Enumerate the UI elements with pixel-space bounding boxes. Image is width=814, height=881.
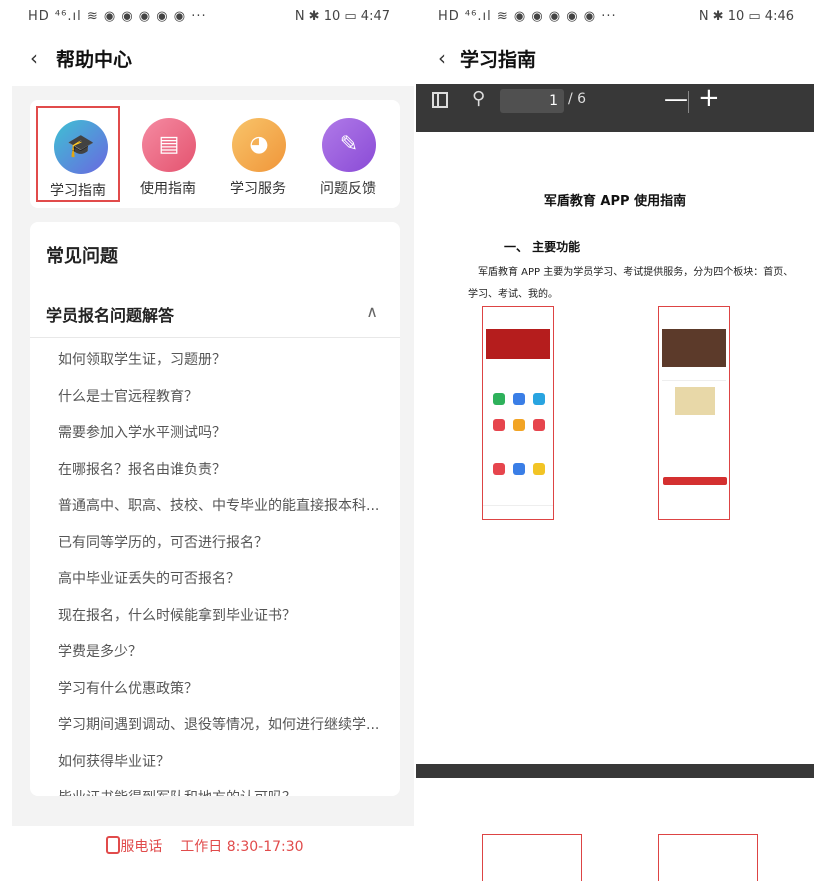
paragraph-text: 军盾教育 APP 主要为学员学习、考试提供服务，分为四个板块：首页、 bbox=[478, 267, 794, 278]
headset-icon: ◕ bbox=[232, 118, 286, 172]
app-exam-screenshot bbox=[482, 834, 582, 881]
help-center-screen: HD ⁴⁶.ıl ≋ ◉ ◉ ◉ ◉ ◉ ··· N ✱ 10 ▭ 4:47 ‹… bbox=[0, 0, 414, 881]
mock-course-card bbox=[662, 329, 726, 367]
status-icons-left: HD ⁴⁶.ıl ≋ ◉ ◉ ◉ ◉ ◉ ··· bbox=[28, 9, 207, 24]
document-title: 军盾教育 APP 使用指南 bbox=[543, 194, 687, 209]
status-icons-left: HD ⁴⁶.ıl ≋ ◉ ◉ ◉ ◉ ◉ ··· bbox=[438, 9, 617, 24]
faq-group-title[interactable]: 学员报名问题解答 bbox=[46, 302, 174, 326]
zoom-out-button[interactable]: — bbox=[664, 85, 688, 113]
page-title: 学习指南 bbox=[460, 49, 537, 71]
faq-title: 常见问题 bbox=[46, 246, 118, 267]
question-item[interactable]: 毕业证书能得到军队和地方的认可吗？ bbox=[58, 780, 398, 796]
status-icons-right: N ✱ 10 ▭ 4:47 bbox=[294, 9, 390, 24]
question-item[interactable]: 现在报名，什么时候能拿到毕业证书？ bbox=[58, 598, 398, 635]
mock-icon bbox=[493, 463, 505, 475]
app-study-screenshot bbox=[658, 306, 730, 520]
divider bbox=[30, 337, 400, 338]
sidebar-toggle-icon[interactable] bbox=[432, 92, 448, 108]
quick-item-study-service[interactable]: ◕ 学习服务 bbox=[216, 106, 300, 202]
service-hours: 工作日 8:30-17:30 bbox=[180, 839, 304, 855]
customer-service-bar[interactable]: 客服电话 工作日 8:30-17:30 bbox=[0, 836, 410, 876]
mock-tabs bbox=[662, 373, 726, 381]
edit-icon: ✎ bbox=[322, 118, 376, 172]
page-total: / 6 bbox=[568, 91, 587, 107]
app-home-screenshot bbox=[482, 306, 554, 520]
quick-entry-card: 🎓 学习指南 ▤ 使用指南 ◕ 学习服务 ✎ 问题反馈 bbox=[30, 100, 400, 208]
nav-bar: ‹ 学习指南 bbox=[414, 42, 814, 78]
back-icon[interactable]: ‹ bbox=[30, 46, 38, 70]
quick-item-feedback[interactable]: ✎ 问题反馈 bbox=[306, 106, 390, 202]
mock-icon bbox=[513, 393, 525, 405]
mock-icon bbox=[513, 463, 525, 475]
mock-tabbar bbox=[483, 505, 553, 519]
book-icon: ▤ bbox=[142, 118, 196, 172]
question-item[interactable]: 普通高中、职高、技校、中专毕业的能直接报本科... bbox=[58, 488, 398, 525]
chevron-up-icon[interactable]: ∧ bbox=[366, 302, 378, 321]
pdf-page-gap bbox=[416, 120, 814, 132]
pdf-toolbar: ⚲ 1 / 6 — + bbox=[416, 83, 814, 120]
pdf-next-page bbox=[416, 778, 814, 881]
phone-icon bbox=[106, 836, 121, 854]
question-item[interactable]: 学习有什么优惠政策？ bbox=[58, 671, 398, 708]
question-list: 如何领取学生证，习题册？ 什么是士官远程教育？ 需要参加入学水平测试吗？ 在哪报… bbox=[58, 342, 398, 796]
section-heading: 一、 主要功能 bbox=[504, 240, 581, 254]
quick-item-label: 学习指南 bbox=[50, 183, 106, 199]
screenshot-root: HD ⁴⁶.ıl ≋ ◉ ◉ ◉ ◉ ◉ ··· N ✱ 10 ▭ 4:47 ‹… bbox=[0, 0, 814, 881]
nav-bar: ‹ 帮助中心 bbox=[0, 42, 410, 78]
question-item[interactable]: 高中毕业证丢失的可否报名？ bbox=[58, 561, 398, 598]
question-item[interactable]: 什么是士官远程教育？ bbox=[58, 379, 398, 416]
search-icon[interactable]: ⚲ bbox=[472, 88, 485, 109]
quick-item-label: 问题反馈 bbox=[320, 181, 376, 197]
toolbar-divider bbox=[688, 91, 689, 113]
mock-icon bbox=[493, 419, 505, 431]
mock-image bbox=[675, 387, 715, 415]
question-item[interactable]: 在哪报名？报名由谁负责？ bbox=[58, 452, 398, 489]
mock-icon bbox=[533, 419, 545, 431]
mock-banner bbox=[486, 329, 550, 359]
mock-button bbox=[663, 477, 727, 485]
faq-card: 常见问题 学员报名问题解答 ∧ 如何领取学生证，习题册？ 什么是士官远程教育？ … bbox=[30, 222, 400, 796]
question-item[interactable]: 如何领取学生证，习题册？ bbox=[58, 342, 398, 379]
zoom-in-button[interactable]: + bbox=[698, 83, 720, 113]
status-icons-right: N ✱ 10 ▭ 4:46 bbox=[698, 9, 794, 24]
page-title: 帮助中心 bbox=[56, 49, 133, 71]
quick-item-usage-guide[interactable]: ▤ 使用指南 bbox=[126, 106, 210, 202]
quick-item-label: 使用指南 bbox=[140, 181, 196, 197]
question-item[interactable]: 学习期间遇到调动、退役等情况，如何进行继续学... bbox=[58, 707, 398, 744]
question-item[interactable]: 学费是多少？ bbox=[58, 634, 398, 671]
mock-icon bbox=[533, 393, 545, 405]
mock-icon bbox=[513, 419, 525, 431]
mock-icon bbox=[493, 393, 505, 405]
quick-item-study-guide[interactable]: 🎓 学习指南 bbox=[36, 106, 120, 202]
back-icon[interactable]: ‹ bbox=[438, 46, 446, 70]
status-bar: HD ⁴⁶.ıl ≋ ◉ ◉ ◉ ◉ ◉ ··· N ✱ 10 ▭ 4:47 bbox=[0, 0, 410, 34]
mock-icon bbox=[533, 463, 545, 475]
page-number-input[interactable]: 1 bbox=[500, 89, 564, 113]
question-item[interactable]: 已有同等学历的，可否进行报名？ bbox=[58, 525, 398, 562]
question-item[interactable]: 如何获得毕业证？ bbox=[58, 744, 398, 781]
pdf-page-gap bbox=[416, 764, 814, 778]
pdf-page: 军盾教育 APP 使用指南 一、 主要功能 军盾教育 APP 主要为学员学习、考… bbox=[416, 132, 814, 764]
paragraph-text: 学习、考试、我的。 bbox=[468, 289, 558, 300]
graduation-cap-icon: 🎓 bbox=[54, 120, 108, 174]
question-item[interactable]: 需要参加入学水平测试吗？ bbox=[58, 415, 398, 452]
quick-item-label: 学习服务 bbox=[230, 181, 286, 197]
app-profile-screenshot bbox=[658, 834, 758, 881]
study-guide-screen: HD ⁴⁶.ıl ≋ ◉ ◉ ◉ ◉ ◉ ··· N ✱ 10 ▭ 4:46 ‹… bbox=[414, 0, 814, 881]
status-bar: HD ⁴⁶.ıl ≋ ◉ ◉ ◉ ◉ ◉ ··· N ✱ 10 ▭ 4:46 bbox=[414, 0, 814, 34]
